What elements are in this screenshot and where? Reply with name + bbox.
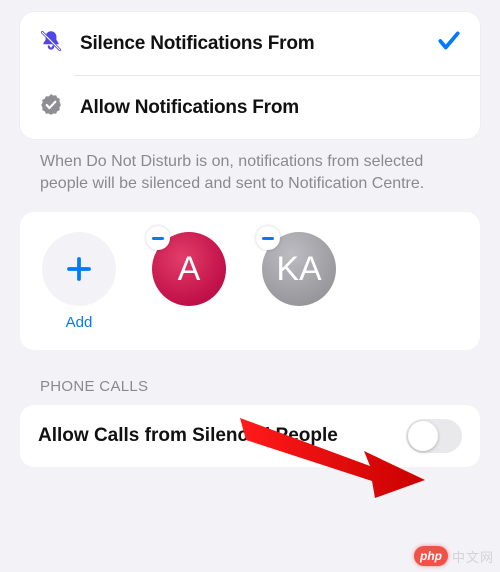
add-person-button[interactable]: Add bbox=[34, 232, 124, 332]
watermark-text: 中文网 bbox=[452, 547, 494, 566]
option-silence-label: Silence Notifications From bbox=[80, 33, 420, 55]
remove-person-button[interactable] bbox=[146, 226, 170, 250]
remove-person-button[interactable] bbox=[256, 226, 280, 250]
person-item[interactable]: A bbox=[144, 232, 234, 332]
option-allow-label: Allow Notifications From bbox=[80, 97, 462, 119]
allow-calls-row: Allow Calls from Silenced People bbox=[20, 405, 480, 467]
minus-icon bbox=[262, 237, 274, 240]
allow-calls-label: Allow Calls from Silenced People bbox=[38, 424, 338, 448]
bell-slash-icon bbox=[38, 28, 64, 59]
section-header-phone-calls: PHONE CALLS bbox=[20, 350, 480, 405]
add-label: Add bbox=[66, 314, 93, 332]
section-description: When Do Not Disturb is on, notifications… bbox=[20, 139, 480, 212]
toggle-knob bbox=[408, 421, 438, 451]
avatar-initials: A bbox=[178, 250, 201, 289]
option-allow-from[interactable]: Allow Notifications From bbox=[20, 76, 480, 139]
people-card: Add A KA bbox=[20, 212, 480, 350]
seal-check-icon bbox=[38, 92, 64, 123]
allow-calls-toggle[interactable] bbox=[406, 419, 462, 453]
option-silence-from[interactable]: Silence Notifications From bbox=[20, 12, 480, 75]
watermark: php 中文网 bbox=[414, 546, 494, 566]
avatar-initials: KA bbox=[276, 250, 321, 289]
notification-mode-card: Silence Notifications From Allow Notific… bbox=[20, 12, 480, 139]
person-item[interactable]: KA bbox=[254, 232, 344, 332]
checkmark-icon bbox=[436, 28, 462, 59]
plus-icon bbox=[42, 232, 116, 306]
minus-icon bbox=[152, 237, 164, 240]
watermark-badge: php bbox=[414, 546, 448, 566]
